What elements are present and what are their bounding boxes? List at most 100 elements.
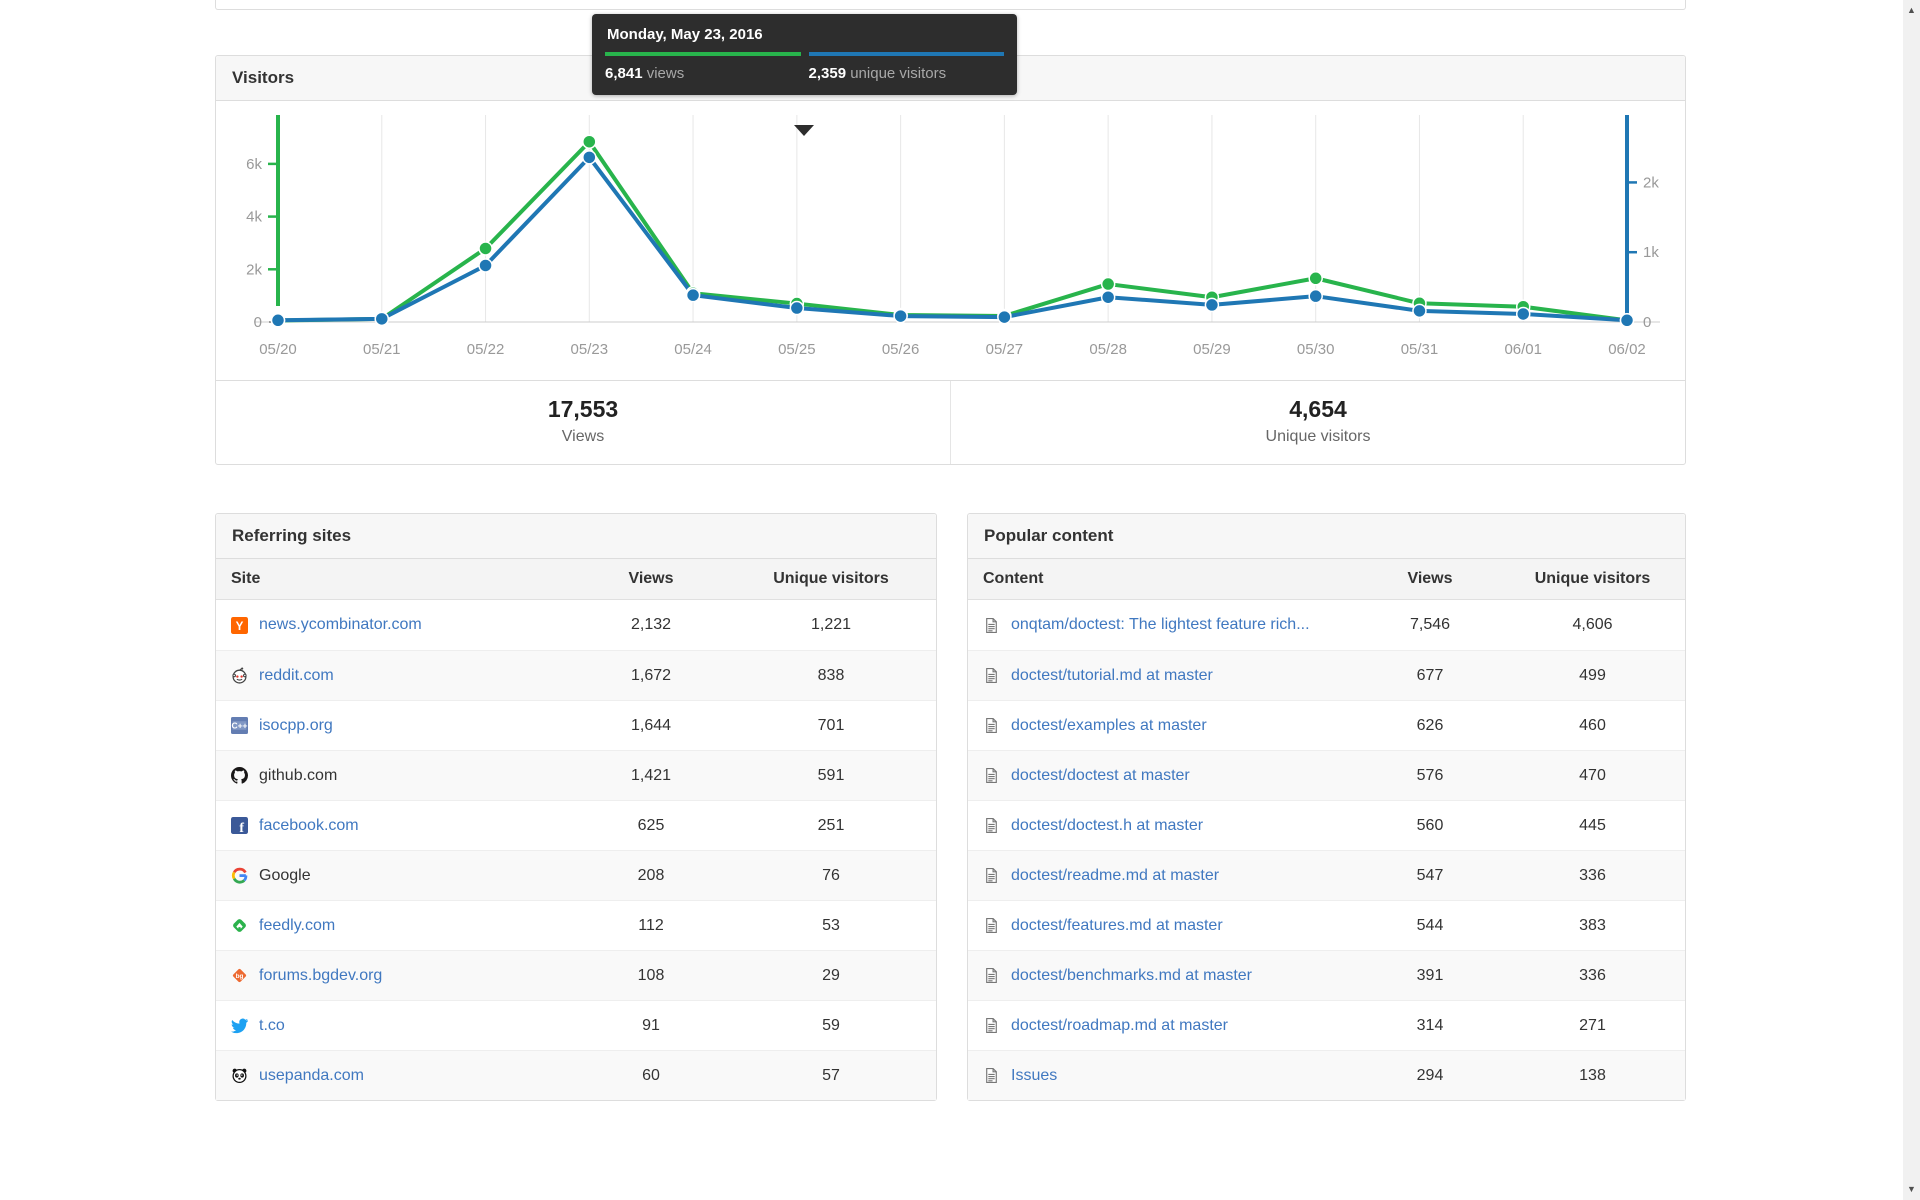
page-scrollbar[interactable]: ▲ ▼ <box>1903 0 1920 1200</box>
table-row: github.com 1,421 591 <box>216 750 936 800</box>
site-link[interactable]: Issues <box>1011 1067 1057 1085</box>
site-cell: bg forums.bgdev.org <box>216 967 576 985</box>
file-icon <box>983 1067 1000 1084</box>
site-link[interactable]: doctest/tutorial.md at master <box>1011 667 1213 685</box>
site-link[interactable]: doctest/doctest at master <box>1011 767 1190 785</box>
views-cell: 626 <box>1416 716 1444 734</box>
scroll-up-icon[interactable]: ▲ <box>1903 2 1920 19</box>
file-icon <box>983 717 1000 734</box>
data-point-unique-visitors[interactable] <box>685 287 701 303</box>
site-cell: C++ isocpp.org <box>216 717 576 735</box>
x-axis-label: 05/22 <box>467 341 505 358</box>
tooltip-arrow-icon <box>794 125 814 136</box>
unique-visitors-cell: 336 <box>1579 866 1606 884</box>
tooltip-views-label: views <box>646 65 685 82</box>
data-point-unique-visitors[interactable] <box>893 308 908 324</box>
views-cell: 1,644 <box>630 716 672 734</box>
site-link[interactable]: reddit.com <box>259 667 334 685</box>
site-link[interactable]: usepanda.com <box>259 1067 364 1085</box>
file-icon <box>983 617 1000 634</box>
referring-sites-header: Site Views Unique visitors <box>216 559 936 600</box>
data-point-views[interactable] <box>1308 271 1323 286</box>
site-link[interactable]: doctest/readme.md at master <box>1011 867 1219 885</box>
data-point-unique-visitors[interactable] <box>1515 306 1531 322</box>
summary-unique-value: 4,654 <box>1289 396 1347 422</box>
views-cell: 1,672 <box>630 666 672 684</box>
x-axis-label: 05/28 <box>1089 341 1127 358</box>
site-link[interactable]: doctest/examples at master <box>1011 717 1207 735</box>
reddit-icon <box>231 667 248 684</box>
x-axis-label: 05/29 <box>1193 341 1231 358</box>
table-row: t.co 91 59 <box>216 1000 936 1050</box>
unique-visitors-cell: 271 <box>1579 1016 1606 1034</box>
unique-visitors-cell: 336 <box>1579 966 1606 984</box>
x-axis-label: 05/31 <box>1401 341 1439 358</box>
unique-visitors-cell: 53 <box>822 916 840 934</box>
file-icon <box>983 967 1000 984</box>
site-link[interactable]: facebook.com <box>259 817 359 835</box>
unique-visitors-cell: 4,606 <box>1572 616 1613 633</box>
svg-text:f: f <box>239 820 244 834</box>
site-link[interactable]: t.co <box>259 1017 285 1035</box>
table-row: C++ isocpp.org 1,644 701 <box>216 700 936 750</box>
popular-content-panel: Popular content Content Views Unique vis… <box>967 513 1686 1101</box>
views-cell: 1,421 <box>630 766 672 784</box>
views-cell: 60 <box>642 1066 660 1084</box>
unique-visitors-cell: 838 <box>817 666 845 684</box>
site-label: github.com <box>259 766 338 784</box>
data-point-unique-visitors[interactable] <box>789 300 805 316</box>
site-cell: f facebook.com <box>216 817 576 835</box>
data-point-unique-visitors[interactable] <box>582 150 597 165</box>
table-row: doctest/examples at master 626 460 <box>968 700 1685 750</box>
views-cell: 560 <box>1416 816 1444 834</box>
data-point-unique-visitors[interactable] <box>1619 313 1635 328</box>
table-row: doctest/roadmap.md at master 314 271 <box>968 1000 1685 1050</box>
scroll-down-icon[interactable]: ▼ <box>1903 1181 1920 1198</box>
table-row: reddit.com 1,672 838 <box>216 650 936 700</box>
table-row: feedly.com 112 53 <box>216 900 936 950</box>
referring-sites-rows: Ynews.ycombinator.com 2,132 1,221 reddit.co… <box>216 600 936 1100</box>
x-axis-label: 05/21 <box>363 341 401 358</box>
data-point-unique-visitors[interactable] <box>478 258 493 273</box>
col-content: Content <box>983 570 1044 587</box>
data-point-unique-visitors[interactable] <box>1412 303 1427 319</box>
data-point-unique-visitors[interactable] <box>374 311 390 327</box>
data-point-unique-visitors[interactable] <box>1100 289 1116 305</box>
data-point-unique-visitors[interactable] <box>270 313 286 328</box>
svg-text:2k: 2k <box>1643 174 1659 191</box>
file-icon <box>983 917 1000 934</box>
table-row: doctest/features.md at master 544 383 <box>968 900 1685 950</box>
twitter-icon <box>231 1017 248 1034</box>
x-axis-label: 05/30 <box>1297 341 1335 358</box>
data-point-unique-visitors[interactable] <box>1204 297 1220 313</box>
views-cell: 314 <box>1416 1016 1444 1034</box>
popular-content-header: Content Views Unique visitors <box>968 559 1685 600</box>
site-link[interactable]: feedly.com <box>259 917 335 935</box>
summary-views-label: Views <box>561 428 605 445</box>
data-point-views[interactable] <box>582 134 597 149</box>
views-cell: 108 <box>637 966 665 984</box>
svg-text:C++: C++ <box>231 721 247 731</box>
site-cell: doctest/tutorial.md at master <box>968 667 1360 685</box>
data-point-unique-visitors[interactable] <box>997 309 1012 325</box>
data-point-views[interactable] <box>478 241 493 256</box>
tooltip-views-value: 6,841 <box>605 65 643 82</box>
x-axis-label: 05/27 <box>986 341 1024 358</box>
data-point-unique-visitors[interactable] <box>1308 288 1323 304</box>
col-views: Views <box>1407 570 1453 587</box>
data-point-views[interactable] <box>1100 276 1116 292</box>
ycombinator-icon: Y <box>231 616 248 634</box>
x-axis-label: 06/02 <box>1608 341 1646 358</box>
visitors-chart[interactable]: 2k 4k 6k 0 1k 2k 0 05/20 05/21 05/22 05/23 05/24 05/… <box>216 101 1685 380</box>
site-link[interactable]: doctest/doctest.h at master <box>1011 817 1203 835</box>
site-cell: Issues <box>968 1067 1360 1085</box>
site-link[interactable]: doctest/roadmap.md at master <box>1011 1017 1228 1035</box>
site-link[interactable]: forums.bgdev.org <box>259 967 382 985</box>
site-link[interactable]: news.ycombinator.com <box>259 616 422 634</box>
site-link[interactable]: onqtam/doctest: The lightest feature ric… <box>1011 616 1310 634</box>
site-link[interactable]: doctest/benchmarks.md at master <box>1011 967 1252 985</box>
site-link[interactable]: isocpp.org <box>259 717 333 735</box>
site-cell: doctest/benchmarks.md at master <box>968 967 1360 985</box>
site-link[interactable]: doctest/features.md at master <box>1011 917 1223 935</box>
svg-text:bg: bg <box>236 973 244 980</box>
